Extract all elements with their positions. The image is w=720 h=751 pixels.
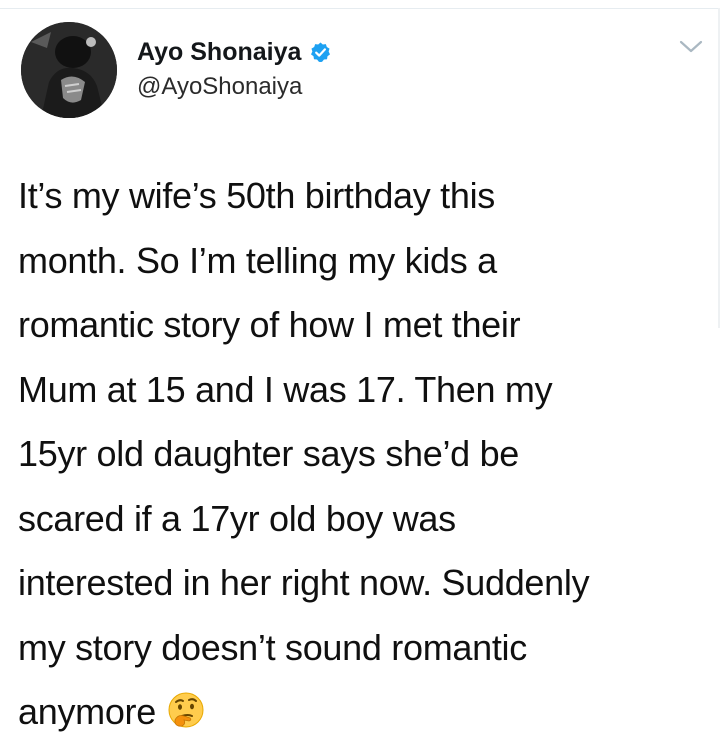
tweet-line: scared if a 17yr old boy was: [18, 497, 456, 539]
tweet-line-text: anymore: [18, 691, 156, 732]
thinking-face-icon: [166, 686, 206, 728]
tweet-line: month. So I’m telling my kids a: [18, 239, 497, 281]
avatar[interactable]: [21, 22, 117, 118]
tweet-line: my story doesn’t sound romantic: [18, 626, 527, 668]
tweet-line: interested in her right now. Suddenly: [18, 562, 590, 603]
profile-photo-icon: [21, 22, 117, 118]
verified-badge-icon: [309, 41, 332, 64]
tweet-line: Mum at 15 and I was 17. Then my: [18, 368, 553, 410]
tweet-line: It’s my wife’s 50th birthday this: [18, 175, 495, 216]
author-display-name[interactable]: Ayo Shonaiya: [137, 38, 301, 66]
chevron-down-icon[interactable]: [678, 38, 704, 56]
author-handle[interactable]: @AyoShonaiya: [137, 73, 302, 101]
tweet-line: 15yr old daughter says she’d be: [18, 433, 520, 474]
tweet-line: romantic story of how I met their: [18, 304, 521, 345]
top-divider: [0, 8, 720, 9]
author-name-row: Ayo Shonaiya: [137, 38, 332, 66]
tweet-text: It’s my wife’s 50th birthday this month.…: [18, 164, 708, 745]
tweet-last-line: anymore: [18, 680, 708, 745]
